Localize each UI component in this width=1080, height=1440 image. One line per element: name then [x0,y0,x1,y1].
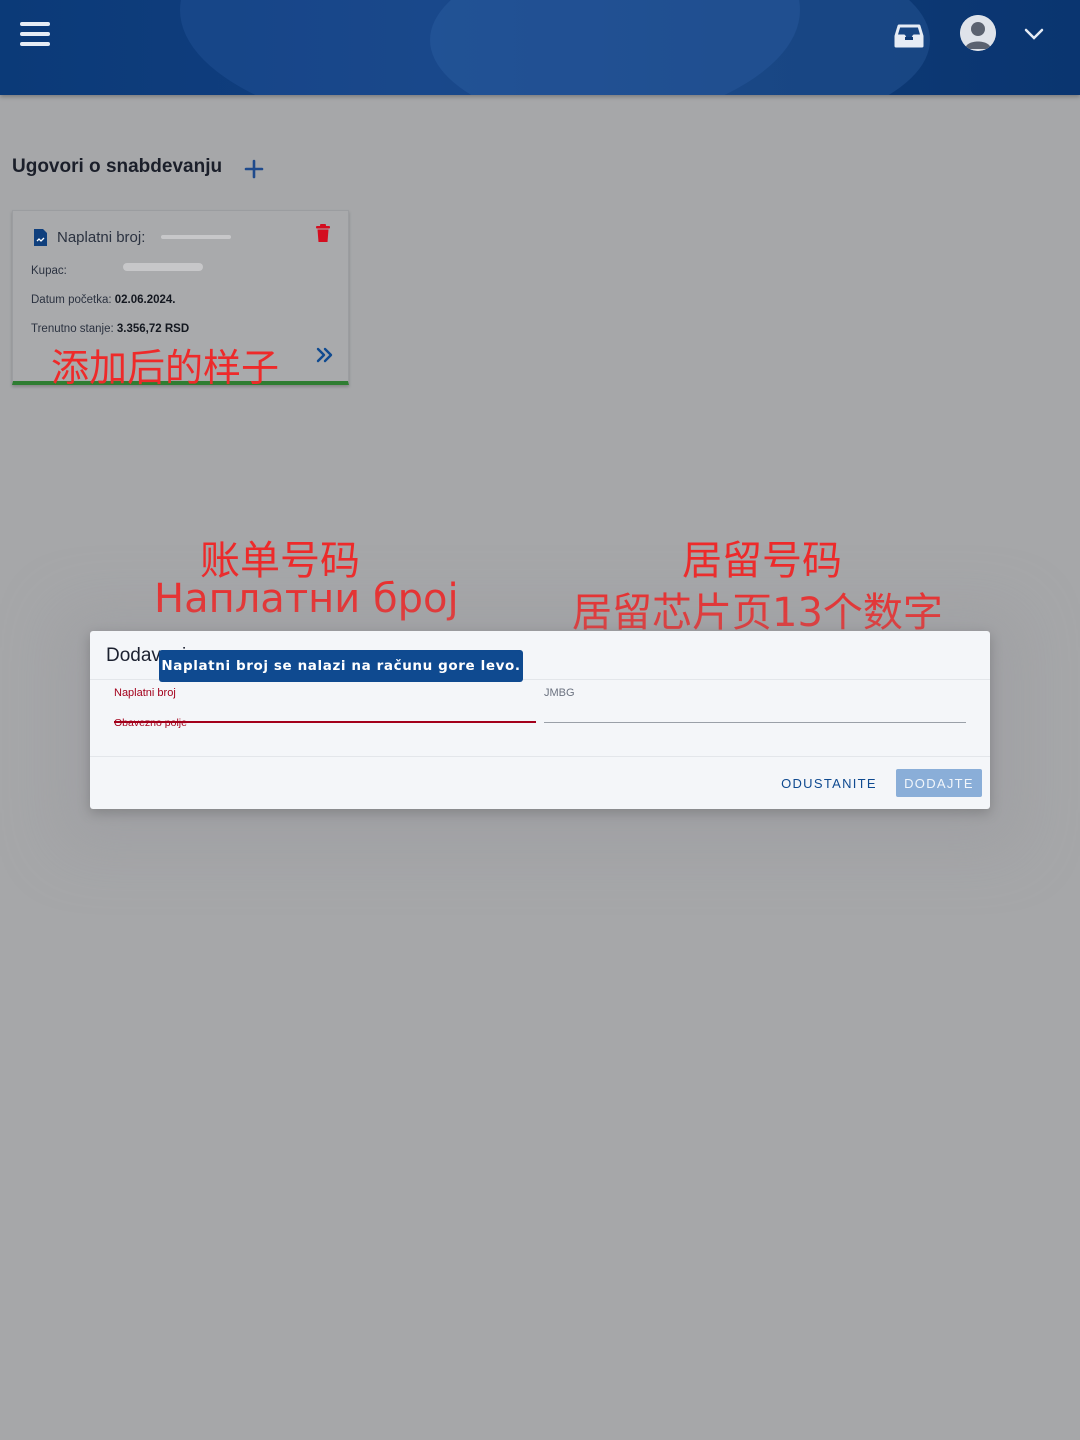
field-tooltip: Naplatni broj se nalazi na računu gore l… [159,650,523,682]
annotation-residence-detail: 居留芯片页13个数字 [572,590,943,636]
card-annotation: 添加后的样子 [51,348,280,390]
card-title: Naplatni broj: [57,229,146,246]
redacted-value [123,263,203,271]
plus-icon[interactable] [244,159,264,179]
page-title: Ugovori o snabdevanju [12,156,223,177]
add-contract-dialog: Dodavanje Naplatni broj se nalazi na rač… [90,631,990,809]
contract-card[interactable]: Naplatni broj: Kupac: Datum početka: 02.… [12,210,349,390]
double-chevron-right-icon[interactable] [315,345,335,365]
balance-value: 3.356,72 RSD [116,323,190,335]
buyer-label: Kupac: [31,265,67,277]
buyer-row: Kupac: [31,265,67,277]
top-app-bar [0,0,1080,95]
start-date-value: 02.06.2024. [114,294,176,306]
jmbg-input[interactable] [544,701,966,723]
inbox-icon[interactable] [894,22,924,50]
chevron-down-icon[interactable] [1022,22,1046,46]
billing-number-label: Naplatni broj [114,687,176,699]
header-decoration [430,0,930,95]
annotation-bill-sr: Наплатни број [154,576,459,622]
divider [90,756,990,757]
jmbg-label: JMBG [544,687,575,699]
hamburger-menu-icon[interactable] [20,22,50,52]
start-date-label: Datum početka: [31,294,112,306]
start-date-row: Datum početka: 02.06.2024. [31,294,176,306]
trash-icon[interactable] [315,223,331,243]
add-button[interactable]: DODAJTE [896,769,982,797]
user-avatar-icon[interactable] [960,15,996,51]
billing-number-error: Obavezno polje [114,717,187,729]
redacted-value [161,235,231,239]
document-icon [33,228,48,247]
cancel-button[interactable]: ODUSTANITE [774,769,884,797]
annotation-residence-cn: 居留号码 [682,538,842,584]
balance-label: Trenutno stanje: [31,323,114,335]
balance-row: Trenutno stanje: 3.356,72 RSD [31,323,189,335]
